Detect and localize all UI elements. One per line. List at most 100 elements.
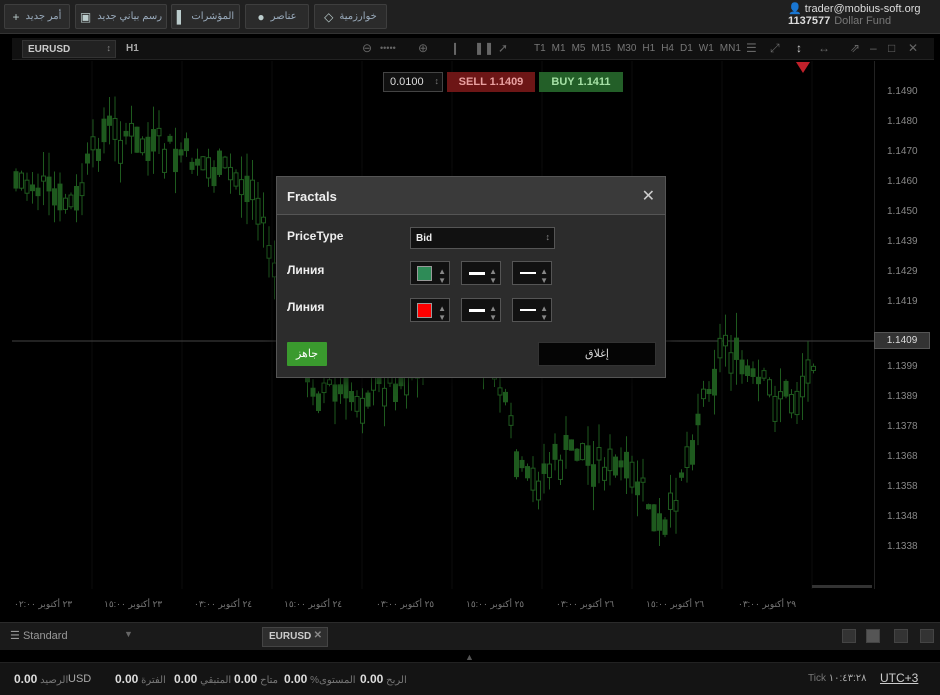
symbol-select[interactable]: EURUSD: [22, 40, 116, 58]
candle-chart-icon[interactable]: ❚❚: [474, 41, 494, 55]
close-button[interactable]: إغلاق: [538, 342, 656, 366]
candle-body: [569, 439, 574, 451]
tf-h1[interactable]: H1: [642, 43, 655, 54]
tf-m1[interactable]: M1: [552, 43, 566, 54]
time-tick: ٢٥ أكتوبر ٠٣:٠٠: [376, 599, 435, 609]
zoom-in-icon[interactable]: ⊕: [418, 41, 428, 55]
lot-size-input[interactable]: 0.0100: [383, 72, 443, 92]
line-chart-icon[interactable]: ➚: [498, 41, 508, 55]
candle-body: [266, 245, 272, 259]
line1-style-select[interactable]: ▲ ▼: [512, 261, 552, 285]
candle-body: [668, 492, 673, 510]
bottom-tabs-bar: ☰ Standard ▼ EURUSD ✕: [0, 622, 940, 650]
panel-toggle-icon[interactable]: ▲: [465, 652, 474, 662]
time-tick: ٢٤ أكتوبر ٠٣:٠٠: [194, 599, 253, 609]
candle-body: [783, 380, 789, 397]
candle-body: [195, 158, 200, 166]
candle-body: [327, 379, 332, 385]
trade-panel: 0.0100 SELL 1.1409 BUY 1.1411: [383, 72, 623, 92]
algorithm-button[interactable]: ◇ خوارزمية: [314, 4, 387, 29]
new-chart-button[interactable]: ▣ رسم بياني جديد: [75, 4, 167, 29]
fit-icon[interactable]: ⤢: [770, 41, 780, 56]
workspace-menu-icon: ☰: [10, 630, 20, 642]
maximize-icon[interactable]: □: [888, 41, 895, 55]
line-width-icon: [469, 309, 485, 312]
candle-body: [19, 172, 24, 189]
candle-body: [662, 519, 668, 535]
line2-width-select[interactable]: ▲ ▼: [461, 298, 501, 322]
new-order-button[interactable]: + أمر جديد: [4, 4, 70, 29]
sell-price: 1.1409: [489, 76, 524, 88]
tf-m5[interactable]: M5: [572, 43, 586, 54]
candle-body: [162, 148, 167, 173]
account-user: trader@mobius-soft.org: [804, 3, 921, 15]
line2-style-select[interactable]: ▲ ▼: [512, 298, 552, 322]
close-chart-icon[interactable]: ✕: [908, 41, 918, 55]
chart-toolbar: EURUSD H1 ⊖ ••••• ⊕ ❙ ❚❚ ➚ T1 M1 M5 M15 …: [12, 38, 934, 60]
equity-status: 0.00 المتبقي: [174, 672, 232, 686]
price-tick: 1.1470: [887, 146, 918, 157]
layout-rows-icon[interactable]: [920, 629, 934, 643]
account-info[interactable]: 👤 trader@mobius-soft.org 1137577 Dollar F…: [788, 2, 934, 27]
bar-chart-icon[interactable]: ❙: [450, 41, 460, 55]
minimize-icon[interactable]: –: [870, 41, 877, 55]
indicators-button[interactable]: ▌ المؤشرات: [171, 4, 240, 29]
candle-body: [651, 504, 657, 532]
candle-body: [189, 161, 195, 170]
close-icon[interactable]: ✕: [642, 186, 655, 206]
vertical-scale-icon[interactable]: ↕: [796, 41, 802, 55]
candle-body: [316, 393, 321, 411]
line2-color-picker[interactable]: ▲ ▼: [410, 298, 450, 322]
candle-body: [145, 136, 151, 161]
candle-body: [365, 392, 371, 407]
line1-width-select[interactable]: ▲ ▼: [461, 261, 501, 285]
candle-body: [723, 334, 728, 347]
settings-lines-icon[interactable]: ☰: [746, 41, 757, 55]
layout-columns-icon[interactable]: [894, 629, 908, 643]
layout-single-icon[interactable]: [842, 629, 856, 643]
tf-m15[interactable]: M15: [591, 43, 610, 54]
candle-body: [178, 149, 184, 156]
price-tick: 1.1480: [887, 116, 918, 127]
line1-color-swatch: [417, 266, 432, 281]
close-tab-icon[interactable]: ✕: [314, 630, 322, 641]
buy-button[interactable]: BUY 1.1411: [539, 72, 623, 92]
tf-d1[interactable]: D1: [680, 43, 693, 54]
tf-t1[interactable]: T1: [534, 43, 546, 54]
detach-icon[interactable]: ⇗: [850, 41, 860, 55]
tf-h4[interactable]: H4: [661, 43, 674, 54]
pricetype-select[interactable]: Bid: [410, 227, 555, 249]
time-tick: ٢٣ أكتوبر ٠٢:٠٠: [14, 599, 73, 609]
candle-body: [173, 148, 178, 173]
elements-button[interactable]: ● عناصر: [245, 4, 309, 29]
candle-body: [255, 197, 261, 225]
workspace-select[interactable]: ☰ Standard ▼: [10, 629, 250, 642]
horizontal-scale-icon[interactable]: ↔: [818, 41, 830, 55]
tf-w1[interactable]: W1: [699, 43, 714, 54]
line1-color-picker[interactable]: ▲ ▼: [410, 261, 450, 285]
line-style-icon: [520, 309, 536, 311]
candle-body: [52, 188, 57, 206]
sell-label: SELL: [458, 76, 487, 88]
candle-body: [349, 390, 354, 403]
zoom-slider[interactable]: •••••: [380, 43, 396, 53]
tf-m30[interactable]: M30: [617, 43, 636, 54]
candle-body: [745, 365, 750, 376]
zoom-out-icon[interactable]: ⊖: [362, 41, 372, 55]
candle-body: [24, 179, 30, 194]
alert-marker-icon[interactable]: [796, 62, 810, 73]
candle-body: [552, 443, 558, 460]
layout-grid-icon[interactable]: [866, 629, 880, 643]
sell-button[interactable]: SELL 1.1409: [447, 72, 535, 92]
candle-body: [574, 448, 580, 461]
timezone-select[interactable]: UTC+3: [880, 671, 918, 685]
candle-body: [46, 176, 52, 192]
candle-body: [607, 448, 613, 472]
candle-body: [360, 397, 365, 424]
plus-icon: +: [12, 9, 20, 24]
candle-body: [90, 136, 96, 151]
candle-body: [393, 383, 398, 403]
tf-mn1[interactable]: MN1: [720, 43, 741, 54]
ok-button[interactable]: جاهز: [287, 342, 327, 366]
chart-tab-eurusd[interactable]: EURUSD ✕: [262, 627, 328, 647]
